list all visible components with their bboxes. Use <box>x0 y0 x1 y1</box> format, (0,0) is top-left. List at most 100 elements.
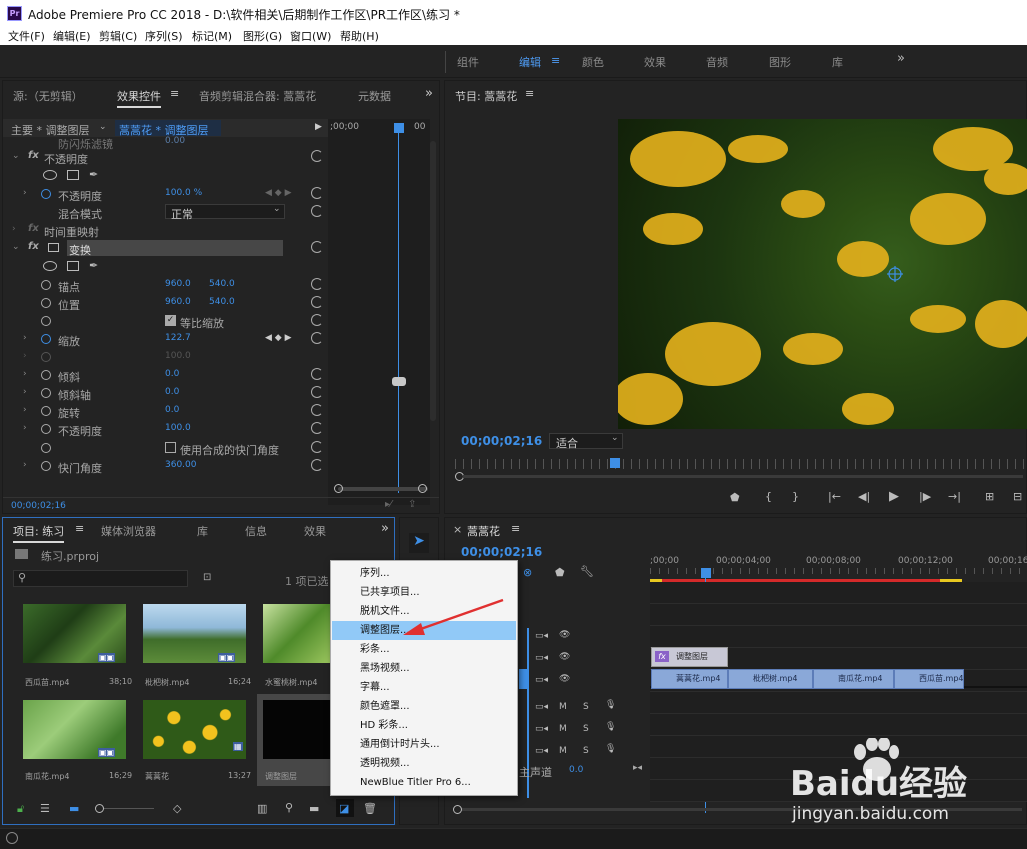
tab-effects[interactable]: 效果 <box>304 523 326 539</box>
menu-sequence[interactable]: 序列(S) <box>145 28 183 44</box>
workspace-libraries[interactable]: 库 <box>832 54 843 70</box>
ellipse-mask-icon[interactable] <box>43 261 57 271</box>
mic-icon[interactable]: 🎙︎ <box>605 700 616 710</box>
wrench-icon[interactable]: 🔧︎ <box>580 565 594 578</box>
chevron-down-icon[interactable]: ⌄ <box>99 122 107 132</box>
panel-overflow-icon[interactable]: » <box>425 86 433 101</box>
new-item-icon[interactable]: ◪ <box>339 802 349 815</box>
tab-menu-icon[interactable]: ≡ <box>511 522 520 535</box>
toggle-output-icon[interactable]: ▭◂ <box>535 653 548 663</box>
stopwatch-icon[interactable] <box>41 298 51 308</box>
project-search-input[interactable]: ⚲ <box>13 570 188 587</box>
video-clip-pipashu[interactable]: 枇杷树.mp4 <box>728 669 813 689</box>
reset-icon[interactable] <box>311 459 323 471</box>
workspace-overflow-icon[interactable]: » <box>897 51 905 66</box>
selection-tool-icon[interactable]: ➤ <box>409 533 429 553</box>
program-timecode[interactable]: 00;00;02;16 <box>461 434 542 448</box>
fx-icon[interactable]: fx <box>28 241 39 252</box>
playhead-icon[interactable] <box>610 458 620 468</box>
timeline-title[interactable]: 蒿蒿花 <box>467 523 500 539</box>
fx-icon[interactable]: fx <box>28 223 39 234</box>
mic-icon[interactable]: 🎙︎ <box>605 722 616 732</box>
go-to-in-icon[interactable]: |← <box>828 490 841 503</box>
video-clip-haohaohua[interactable]: 蒿蒿花.mp4 <box>651 669 728 689</box>
reset-icon[interactable] <box>311 422 323 434</box>
transform-bounds-icon[interactable] <box>48 243 59 252</box>
reset-icon[interactable] <box>311 205 323 217</box>
program-video-frame[interactable] <box>618 119 1027 429</box>
menu-graphics[interactable]: 图形(G) <box>243 28 282 44</box>
go-to-out-icon[interactable]: →| <box>948 490 961 503</box>
fx-icon[interactable]: fx <box>28 150 39 161</box>
new-bin-icon[interactable]: ▬ <box>309 802 319 815</box>
timeline-timecode[interactable]: 00;00;02;16 <box>461 545 542 559</box>
thumbnail-haohaohua[interactable] <box>143 700 246 759</box>
transform-anchor[interactable]: 锚点 960.0 540.0 <box>3 276 326 294</box>
thumbnail-size-slider[interactable] <box>104 808 154 809</box>
thumbnail-adjustment-layer[interactable] <box>263 700 333 759</box>
transform-comp-shutter[interactable]: 使用合成的快门角度 <box>3 439 326 457</box>
eye-icon[interactable]: 👁︎ <box>559 674 570 684</box>
keyframe-icon[interactable] <box>392 377 406 386</box>
menu-item-sequence[interactable]: 序列... <box>332 564 516 583</box>
tab-effect-controls[interactable]: 效果控件 <box>117 88 161 108</box>
menu-marker[interactable]: 标记(M) <box>192 28 232 44</box>
snap-icon[interactable]: ⊗ <box>523 566 532 579</box>
menu-item-caption[interactable]: 字幕... <box>332 678 516 697</box>
lift-icon[interactable]: ⊞ <box>985 490 994 503</box>
mic-icon[interactable]: 🎙︎ <box>605 744 616 754</box>
transform-rotation[interactable]: › 旋转 0.0 <box>3 402 326 420</box>
stopwatch-icon[interactable] <box>41 388 51 398</box>
stopwatch-icon[interactable] <box>41 370 51 380</box>
rect-mask-icon[interactable] <box>67 261 79 271</box>
add-marker-icon[interactable]: ⬟ <box>555 566 565 579</box>
effect-transform[interactable]: ⌄ fx 变换 <box>3 239 326 257</box>
transform-scale-width[interactable]: › 100.0 <box>3 348 326 366</box>
eye-icon[interactable]: 👁︎ <box>559 652 570 662</box>
menu-window[interactable]: 窗口(W) <box>290 28 331 44</box>
tab-metadata[interactable]: 元数据 <box>358 88 391 104</box>
menu-item-black-video[interactable]: 黑场视频... <box>332 659 516 678</box>
chevron-down-icon[interactable]: ⌄ <box>12 151 20 161</box>
tab-audio-mixer[interactable]: 音频剪辑混合器: 蒿蒿花 <box>199 88 316 104</box>
keyframe-nav-icon[interactable]: ◀ ◆ ▶ <box>265 333 292 343</box>
stopwatch-icon[interactable] <box>41 461 51 471</box>
ellipse-mask-icon[interactable] <box>43 170 57 180</box>
effect-timeline-area[interactable]: ;00;00 00 <box>328 119 430 505</box>
solo-icon[interactable]: S <box>583 724 589 734</box>
menu-help[interactable]: 帮助(H) <box>340 28 379 44</box>
program-title[interactable]: 节目: 蒿蒿花 <box>455 88 517 104</box>
mute-icon[interactable]: M <box>559 746 567 756</box>
stopwatch-icon[interactable] <box>41 424 51 434</box>
step-forward-icon[interactable]: |▶ <box>919 490 931 503</box>
stopwatch-icon[interactable] <box>41 443 51 453</box>
rect-mask-icon[interactable] <box>67 170 79 180</box>
thumbnail-shuimitao[interactable] <box>263 604 333 663</box>
mute-icon[interactable]: M <box>559 724 567 734</box>
lock-icon[interactable]: 🔓︎ <box>17 802 24 816</box>
menu-edit[interactable]: 编辑(E) <box>53 28 91 44</box>
stopwatch-icon[interactable] <box>41 406 51 416</box>
export-icon[interactable]: ⇪ <box>408 499 416 510</box>
master-go-to-icon[interactable]: ▸◂ <box>633 763 642 773</box>
stopwatch-icon[interactable] <box>41 334 51 344</box>
toggle-output-icon[interactable]: ▭◂ <box>535 631 548 641</box>
menu-item-countdown[interactable]: 通用倒计时片头... <box>332 735 516 754</box>
video-clip-nanguahua[interactable]: 南瓜花.mp4 <box>813 669 894 689</box>
workspace-effects[interactable]: 效果 <box>644 54 666 70</box>
status-icon[interactable] <box>6 832 18 844</box>
transform-position[interactable]: 位置 960.0 540.0 <box>3 294 326 312</box>
toggle-output-icon[interactable]: ▭◂ <box>535 702 548 712</box>
zoom-handle-left[interactable] <box>334 484 343 493</box>
menu-file[interactable]: 文件(F) <box>8 28 45 44</box>
workspace-audio[interactable]: 音频 <box>706 54 728 70</box>
transform-skew[interactable]: › 倾斜 0.0 <box>3 366 326 384</box>
extract-icon[interactable]: ⊟ <box>1013 490 1022 503</box>
list-view-icon[interactable]: ☰ <box>40 802 50 815</box>
reset-icon[interactable] <box>311 187 323 199</box>
pen-mask-icon[interactable]: ✒ <box>89 259 98 272</box>
solo-icon[interactable]: S <box>583 702 589 712</box>
mark-in-icon[interactable]: { <box>765 490 772 503</box>
effect-time-remap[interactable]: › fx 时间重映射 <box>3 221 326 239</box>
workspace-assembly[interactable]: 组件 <box>457 54 479 70</box>
